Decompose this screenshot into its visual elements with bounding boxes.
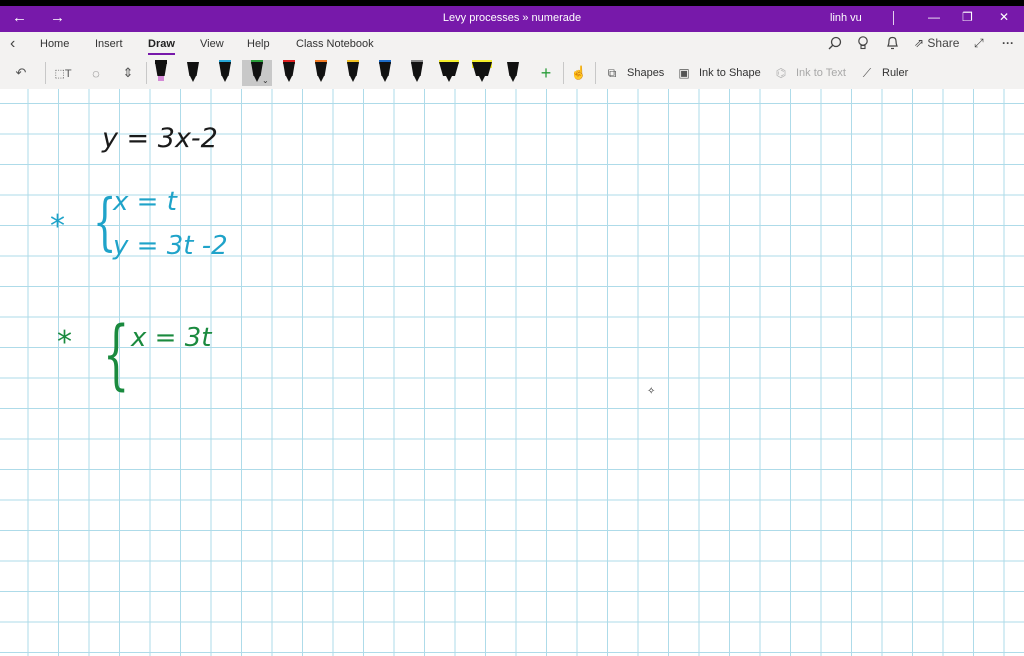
shapes-button[interactable]: Shapes bbox=[627, 67, 664, 79]
restore-icon[interactable]: ❐ bbox=[962, 10, 973, 24]
note-canvas[interactable]: y = 3x-2 * { x = t y = 3t -2 * { x = 3t … bbox=[0, 89, 1024, 656]
tab-help[interactable]: Help bbox=[247, 38, 270, 50]
ink-brace-2: { bbox=[102, 309, 130, 398]
title-bar: ← → Levy processes » numerade linh vu — … bbox=[0, 6, 1024, 32]
ink-asterisk: * bbox=[50, 209, 65, 244]
draw-toolbar: ↶ ⬚T ◌ ⇕ ⌄ + ☝ ⧉ Shapes ▣ Ink to Shape ⌬… bbox=[0, 58, 1024, 88]
ink-asterisk-2: * bbox=[57, 325, 72, 360]
pen-cursor-icon: ✧ bbox=[647, 386, 656, 397]
ink-parametric-x-2: x = 3t bbox=[131, 323, 212, 353]
highlighter-yellow[interactable] bbox=[438, 60, 460, 86]
lasso-select-icon[interactable]: ◌ bbox=[85, 61, 107, 85]
toolbar-divider bbox=[146, 62, 147, 84]
chevron-left-icon[interactable]: ‹ bbox=[10, 35, 15, 53]
share-button[interactable]: ⇗ Share bbox=[914, 36, 959, 50]
ruler-button[interactable]: Ruler bbox=[882, 67, 908, 79]
pen-light-blue[interactable] bbox=[217, 60, 233, 86]
ink-to-text-button[interactable]: Ink to Text bbox=[796, 67, 846, 79]
pen-green-selected[interactable]: ⌄ bbox=[242, 60, 272, 86]
pen-gray-pattern[interactable] bbox=[409, 60, 425, 86]
add-pen-icon[interactable]: + bbox=[535, 61, 557, 85]
ruler-icon: ⟋ bbox=[862, 65, 872, 80]
lightbulb-icon[interactable] bbox=[857, 36, 869, 53]
pen-black[interactable] bbox=[185, 60, 201, 86]
touch-drawing-icon[interactable]: ☝ bbox=[568, 61, 590, 85]
toolbar-divider bbox=[595, 62, 596, 84]
share-label: Share bbox=[927, 36, 960, 50]
ink-parametric-x: x = t bbox=[113, 187, 177, 217]
undo-icon[interactable]: ↶ bbox=[10, 61, 32, 85]
pen-blue[interactable] bbox=[377, 60, 393, 86]
tab-insert[interactable]: Insert bbox=[95, 38, 123, 50]
user-name[interactable]: linh vu bbox=[830, 12, 862, 24]
tab-class-notebook[interactable]: Class Notebook bbox=[296, 38, 374, 50]
toolbar-divider bbox=[45, 62, 46, 84]
pen-red[interactable] bbox=[281, 60, 297, 86]
more-options-icon[interactable]: ··· bbox=[1002, 36, 1014, 50]
expand-icon[interactable]: ⤢ bbox=[974, 36, 984, 51]
minimize-icon[interactable]: — bbox=[928, 10, 940, 24]
tab-view[interactable]: View bbox=[200, 38, 224, 50]
ink-to-shape-icon: ▣ bbox=[678, 66, 690, 80]
tab-home[interactable]: Home bbox=[40, 38, 69, 50]
share-icon: ⇗ bbox=[914, 36, 925, 50]
ribbon: ‹ Home Insert Draw View Help Class Noteb… bbox=[0, 32, 1024, 90]
ribbon-tabs: ‹ Home Insert Draw View Help Class Noteb… bbox=[0, 32, 1024, 56]
titlebar-divider bbox=[893, 11, 894, 25]
ink-equation-line: y = 3x-2 bbox=[102, 123, 218, 154]
bell-icon[interactable] bbox=[886, 36, 899, 53]
eraser-pen[interactable] bbox=[153, 60, 169, 86]
pen-black-2[interactable] bbox=[505, 60, 521, 86]
add-space-icon[interactable]: ⇕ bbox=[117, 61, 139, 85]
pen-yellow[interactable] bbox=[345, 60, 361, 86]
ink-to-text-icon: ⌬ bbox=[775, 66, 787, 80]
ink-to-shape-button[interactable]: Ink to Shape bbox=[699, 67, 761, 79]
pen-orange[interactable] bbox=[313, 60, 329, 86]
highlighter-yellow-wide[interactable] bbox=[471, 60, 493, 86]
close-icon[interactable]: ✕ bbox=[999, 10, 1009, 24]
tab-draw[interactable]: Draw bbox=[148, 38, 175, 55]
window-title: Levy processes » numerade bbox=[442, 12, 582, 24]
type-select-icon[interactable]: ⬚T bbox=[52, 61, 74, 85]
search-icon[interactable] bbox=[828, 36, 842, 53]
toolbar-divider bbox=[563, 62, 564, 84]
ink-parametric-y: y = 3t -2 bbox=[113, 231, 228, 261]
chevron-down-icon: ⌄ bbox=[262, 76, 269, 85]
shapes-icon: ⧉ bbox=[607, 65, 617, 80]
